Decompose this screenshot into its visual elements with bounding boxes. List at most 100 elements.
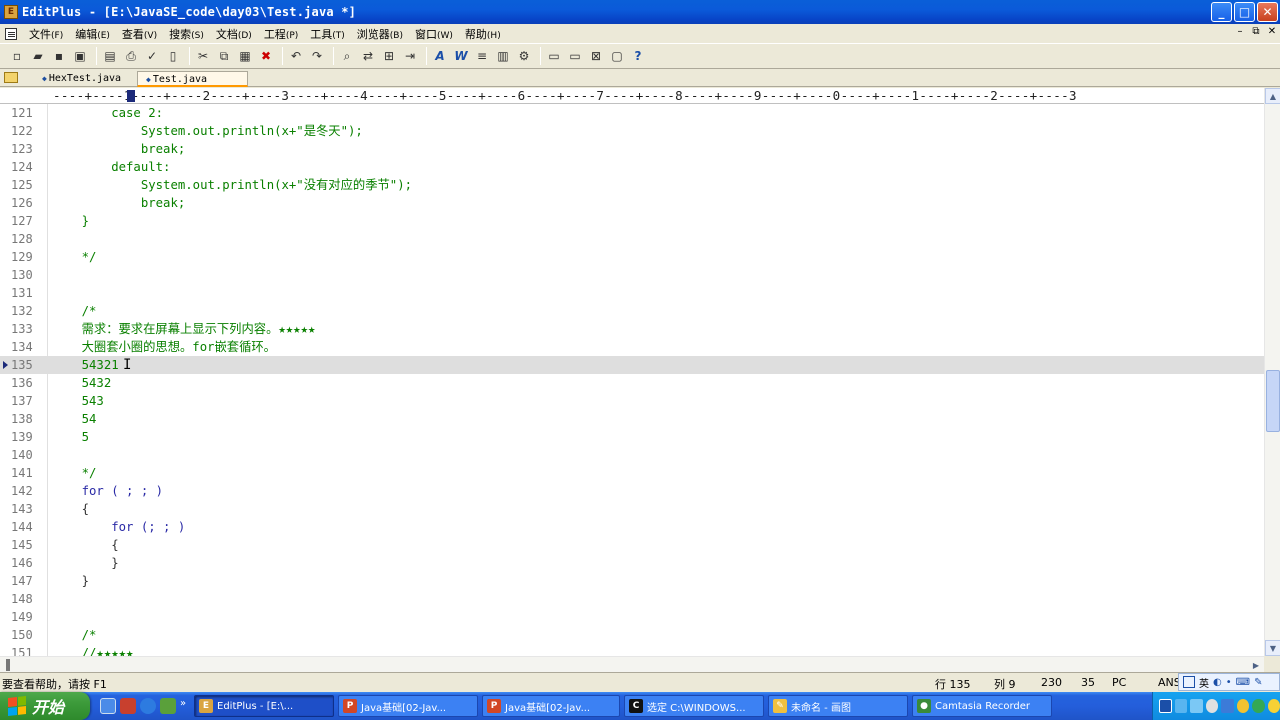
minimize-button[interactable]: _ (1211, 2, 1232, 22)
taskbar-button-ppt[interactable]: P Java基础[02-Jav... (338, 695, 478, 717)
code-line[interactable]: 142 for ( ; ; ) (0, 482, 1264, 500)
close-button[interactable]: ✕ (1257, 2, 1278, 22)
code-line[interactable]: 123 break; (0, 140, 1264, 158)
goto-icon[interactable]: ⇥ (401, 47, 419, 65)
tab-test[interactable]: ◆ Test.java (137, 71, 248, 87)
internet-explorer-icon[interactable] (140, 698, 156, 714)
word-wrap-icon[interactable]: W (452, 47, 470, 65)
redo-icon[interactable]: ↷ (308, 47, 326, 65)
replace-icon[interactable]: ⇄ (359, 47, 377, 65)
code-line[interactable]: 140 (0, 446, 1264, 464)
horizontal-scroll-thumb[interactable] (6, 659, 10, 671)
directory-icon[interactable] (4, 72, 18, 83)
code-line[interactable]: 125 System.out.println(x+"没有对应的季节"); (0, 176, 1264, 194)
indent-icon[interactable]: ≡ (473, 47, 491, 65)
ime-toolbar[interactable]: 英 ◐ • ⌨ ✎ (1178, 673, 1280, 691)
code-line[interactable]: 132 /* (0, 302, 1264, 320)
vertical-scroll-thumb[interactable] (1266, 370, 1280, 432)
code-line[interactable]: 145 { (0, 536, 1264, 554)
network2-icon[interactable] (1190, 699, 1203, 713)
quick-launch-app-icon[interactable] (160, 698, 176, 714)
code-line[interactable]: 148 (0, 590, 1264, 608)
paste-icon[interactable]: ▦ (236, 47, 254, 65)
print-preview-icon[interactable]: ▤ (101, 47, 119, 65)
print-icon[interactable]: ⎙ (122, 47, 140, 65)
code-line[interactable]: 151 //★★★★★ (0, 644, 1264, 656)
menu-item-3[interactable]: 搜索(S) (163, 26, 210, 42)
code-line[interactable]: 121 case 2: (0, 104, 1264, 122)
code-line[interactable]: 143 { (0, 500, 1264, 518)
taskbar-button-paint[interactable]: ✎ 未命名 - 画图 (768, 695, 908, 717)
show-desktop-icon[interactable] (100, 698, 116, 714)
undo-icon[interactable]: ↶ (287, 47, 305, 65)
maximize-button[interactable]: □ (1234, 2, 1255, 22)
taskbar-button-editplus[interactable]: E EditPlus - [E:\... (194, 695, 334, 717)
code-line[interactable]: 144 for (; ; ) (0, 518, 1264, 536)
recorder-tray-icon[interactable] (1267, 699, 1280, 713)
network-icon[interactable] (1174, 699, 1188, 713)
menu-item-8[interactable]: 窗口(W) (409, 26, 459, 42)
code-line[interactable]: 150 /* (0, 626, 1264, 644)
taskbar-button-cmd[interactable]: C 选定 C:\WINDOWS... (624, 695, 764, 717)
code-line[interactable]: 126 break; (0, 194, 1264, 212)
font-icon[interactable]: A (431, 47, 449, 65)
menu-item-6[interactable]: 工具(T) (304, 26, 351, 42)
code-editor[interactable]: 121 case 2: 122 System.out.println(x+"是冬天… (0, 104, 1264, 656)
menu-item-4[interactable]: 文档(D) (210, 26, 258, 42)
code-line[interactable]: 137 543 (0, 392, 1264, 410)
editplus-app-icon[interactable]: E (4, 5, 18, 19)
copy-icon[interactable]: ⧉ (215, 47, 233, 65)
code-line[interactable]: 149 (0, 608, 1264, 626)
menu-item-9[interactable]: 帮助(H) (459, 26, 507, 42)
save-icon[interactable]: ▪ (50, 47, 68, 65)
new-file-icon[interactable]: ▫ (8, 47, 26, 65)
code-line[interactable]: 131 (0, 284, 1264, 302)
code-line[interactable]: 130 (0, 266, 1264, 284)
window2-icon[interactable]: ▭ (566, 47, 584, 65)
code-line[interactable]: 133 需求：要求在屏幕上显示下列内容。★★★★★ (0, 320, 1264, 338)
mdi-restore-button[interactable]: ⧉ (1250, 26, 1262, 37)
cut-icon[interactable]: ✂ (194, 47, 212, 65)
page-icon[interactable]: ▯ (164, 47, 182, 65)
scroll-right-icon[interactable]: ▶ (1248, 657, 1264, 673)
code-line[interactable]: 146 } (0, 554, 1264, 572)
browser-icon[interactable]: ▢ (608, 47, 626, 65)
code-line[interactable]: 127 } (0, 212, 1264, 230)
code-line[interactable]: 138 54 (0, 410, 1264, 428)
ime-punctuation-icon[interactable]: ◐ (1213, 677, 1222, 688)
delete-icon[interactable]: ✖ (257, 47, 275, 65)
code-line[interactable]: 122 System.out.println(x+"是冬天"); (0, 122, 1264, 140)
find-icon[interactable]: ⌕ (338, 47, 356, 65)
column-icon[interactable]: ▥ (494, 47, 512, 65)
vertical-scrollbar[interactable]: ▲ ▼ (1264, 88, 1280, 656)
code-line[interactable]: 141 */ (0, 464, 1264, 482)
code-line[interactable]: 129 */ (0, 248, 1264, 266)
quick-launch-expand-icon[interactable]: » (180, 698, 188, 714)
code-line[interactable]: 139 5 (0, 428, 1264, 446)
document-icon[interactable] (5, 27, 17, 40)
horizontal-scrollbar[interactable]: ▶ (0, 656, 1264, 672)
open-folder-icon[interactable]: ▰ (29, 47, 47, 65)
save-all-icon[interactable]: ▣ (71, 47, 89, 65)
antivirus-icon[interactable] (1252, 699, 1265, 713)
ime-settings-icon[interactable]: ✎ (1254, 677, 1262, 688)
window-icon[interactable]: ▭ (545, 47, 563, 65)
menu-item-7[interactable]: 浏览器(B) (351, 26, 409, 42)
ime-logo-icon[interactable] (1183, 676, 1195, 688)
scroll-up-icon[interactable]: ▲ (1265, 88, 1280, 104)
ime-keyboard-icon[interactable]: ⌨ (1236, 677, 1250, 688)
taskbar-button-ppt[interactable]: P Java基础[02-Jav... (482, 695, 620, 717)
start-button[interactable]: 开始 (0, 692, 90, 720)
scroll-down-icon[interactable]: ▼ (1265, 640, 1280, 656)
help-icon[interactable]: ? (629, 47, 647, 65)
mdi-close-button[interactable]: ✕ (1266, 26, 1278, 37)
find-files-icon[interactable]: ⊞ (380, 47, 398, 65)
settings-icon[interactable]: ⚙ (515, 47, 533, 65)
code-line[interactable]: 134 大圈套小圈的思想。for嵌套循环。 (0, 338, 1264, 356)
code-line[interactable]: 147 } (0, 572, 1264, 590)
menu-item-0[interactable]: 文件(F) (23, 26, 69, 42)
ime-tray-icon[interactable] (1159, 699, 1172, 713)
menu-item-2[interactable]: 查看(V) (116, 26, 163, 42)
menu-item-1[interactable]: 编辑(E) (69, 26, 116, 42)
volume-icon[interactable] (1205, 699, 1219, 713)
